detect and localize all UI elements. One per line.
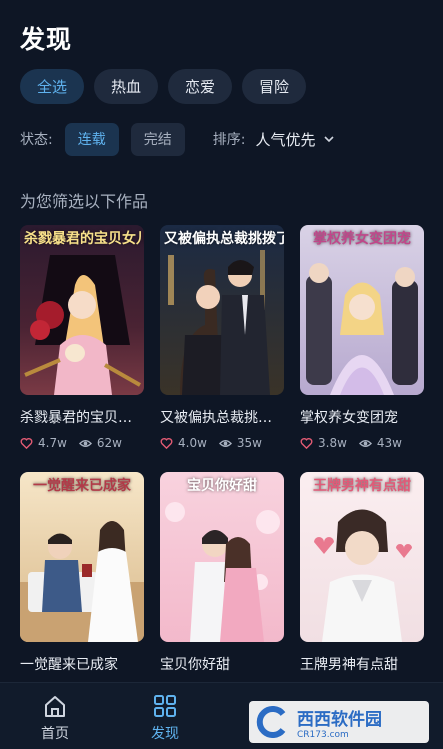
work-card[interactable]: 又被偏执总裁挑拨了 又被偏执总裁挑拨了 4.0w 35w — [160, 225, 284, 450]
work-card[interactable]: 王牌男神有点甜 王牌男神有点甜 — [300, 472, 424, 674]
eye-icon — [358, 439, 372, 447]
watermark-logo: 西西软件园 CR173.com — [249, 701, 429, 743]
status-label: 状态: — [20, 132, 53, 148]
like-stat: 3.8w — [300, 436, 347, 450]
work-card[interactable]: 一觉醒来已成家 一觉醒来已成家 — [20, 472, 144, 674]
view-stat: 43w — [358, 436, 402, 450]
work-stats: 4.7w 62w — [20, 436, 144, 450]
watermark-brand: 西西软件园 — [297, 709, 382, 730]
work-title: 一觉醒来已成家 — [20, 657, 118, 673]
view-stat: 35w — [218, 436, 262, 450]
work-title: 又被偏执总裁挑拨了 — [160, 410, 284, 426]
cover-title: 宝贝你好甜 — [187, 478, 257, 494]
work-title: 掌权养女变团宠 — [300, 410, 398, 426]
section-title: 为您筛选以下作品 — [20, 192, 149, 211]
cover-title: 杀戮暴君的宝贝女儿 — [24, 231, 144, 247]
nav-label-home: 首页 — [41, 726, 69, 742]
work-stats: 4.0w 35w — [160, 436, 284, 450]
page-title: 发现 — [20, 25, 73, 54]
cover-illustration — [20, 225, 144, 395]
work-title: 王牌男神有点甜 — [300, 657, 398, 673]
work-card[interactable]: 宝贝你好甜 宝贝你好甜 — [160, 472, 284, 674]
heart-icon — [300, 437, 313, 449]
tab-adventure[interactable]: 冒险 — [242, 69, 307, 104]
work-stats: 3.8w 43w — [300, 436, 424, 450]
like-stat: 4.7w — [20, 436, 67, 450]
tab-all[interactable]: 全选 — [20, 69, 85, 104]
tab-hot-blood[interactable]: 热血 — [94, 69, 159, 104]
view-stat: 62w — [78, 436, 122, 450]
work-cover: 一觉醒来已成家 — [20, 472, 144, 642]
like-stat: 4.0w — [160, 436, 207, 450]
status-completed-chip[interactable]: 完结 — [130, 122, 185, 156]
work-card[interactable]: 掌权养女变团宠 掌权养女变团宠 3.8w 43w — [300, 225, 424, 450]
cover-title: 一觉醒来已成家 — [33, 478, 131, 494]
like-count: 4.7w — [38, 436, 67, 450]
watermark-site: CR173.com — [297, 729, 349, 740]
work-title: 杀戮暴君的宝贝女儿 — [20, 410, 144, 426]
sort-label: 排序: — [212, 132, 246, 148]
genre-tabs: 全选 热血 恋爱 冒险 — [20, 69, 307, 104]
cover-title: 又被偏执总裁挑拨了 — [164, 231, 284, 247]
cover-illustration — [160, 225, 284, 395]
nav-item-discover[interactable]: 发现 — [110, 683, 220, 749]
work-card[interactable]: 杀戮暴君的宝贝女儿 杀戮暴君的宝贝女儿 4.7w 62w — [20, 225, 144, 450]
nav-item-home[interactable]: 首页 — [0, 683, 110, 749]
logo-c-icon — [256, 706, 286, 738]
cover-title: 掌权养女变团宠 — [313, 231, 411, 247]
work-cover: 杀戮暴君的宝贝女儿 — [20, 225, 144, 395]
like-count: 4.0w — [178, 436, 207, 450]
chevron-down-icon — [324, 136, 335, 143]
eye-icon — [218, 439, 232, 447]
cover-illustration — [300, 225, 424, 395]
eye-icon — [78, 439, 92, 447]
like-count: 3.8w — [318, 436, 347, 450]
view-count: 62w — [96, 436, 122, 450]
sort-dropdown[interactable]: 人气优先 — [255, 129, 335, 150]
sort-value: 人气优先 — [255, 130, 316, 149]
cover-illustration — [20, 472, 144, 642]
grid-icon — [154, 695, 176, 717]
cover-illustration — [160, 472, 284, 642]
heart-icon — [160, 437, 173, 449]
work-cover: 掌权养女变团宠 — [300, 225, 424, 395]
status-ongoing-chip[interactable]: 连载 — [64, 122, 119, 156]
watermark-text: 西西软件园 CR173.com — [291, 705, 382, 740]
nav-label-discover: 发现 — [151, 726, 179, 742]
view-count: 35w — [236, 436, 262, 450]
view-count: 43w — [376, 436, 402, 450]
cover-illustration — [300, 472, 424, 642]
home-icon — [45, 696, 65, 717]
works-grid: 杀戮暴君的宝贝女儿 杀戮暴君的宝贝女儿 4.7w 62w 又被偏执总裁挑拨了 又… — [20, 225, 425, 674]
cover-title: 王牌男神有点甜 — [313, 478, 411, 494]
work-title: 宝贝你好甜 — [160, 657, 230, 673]
tab-romance[interactable]: 恋爱 — [168, 69, 233, 104]
filter-row: 状态: 连载 完结 排序: 人气优先 — [20, 122, 425, 156]
work-cover: 王牌男神有点甜 — [300, 472, 424, 642]
heart-icon — [20, 437, 33, 449]
work-cover: 又被偏执总裁挑拨了 — [160, 225, 284, 395]
work-cover: 宝贝你好甜 — [160, 472, 284, 642]
